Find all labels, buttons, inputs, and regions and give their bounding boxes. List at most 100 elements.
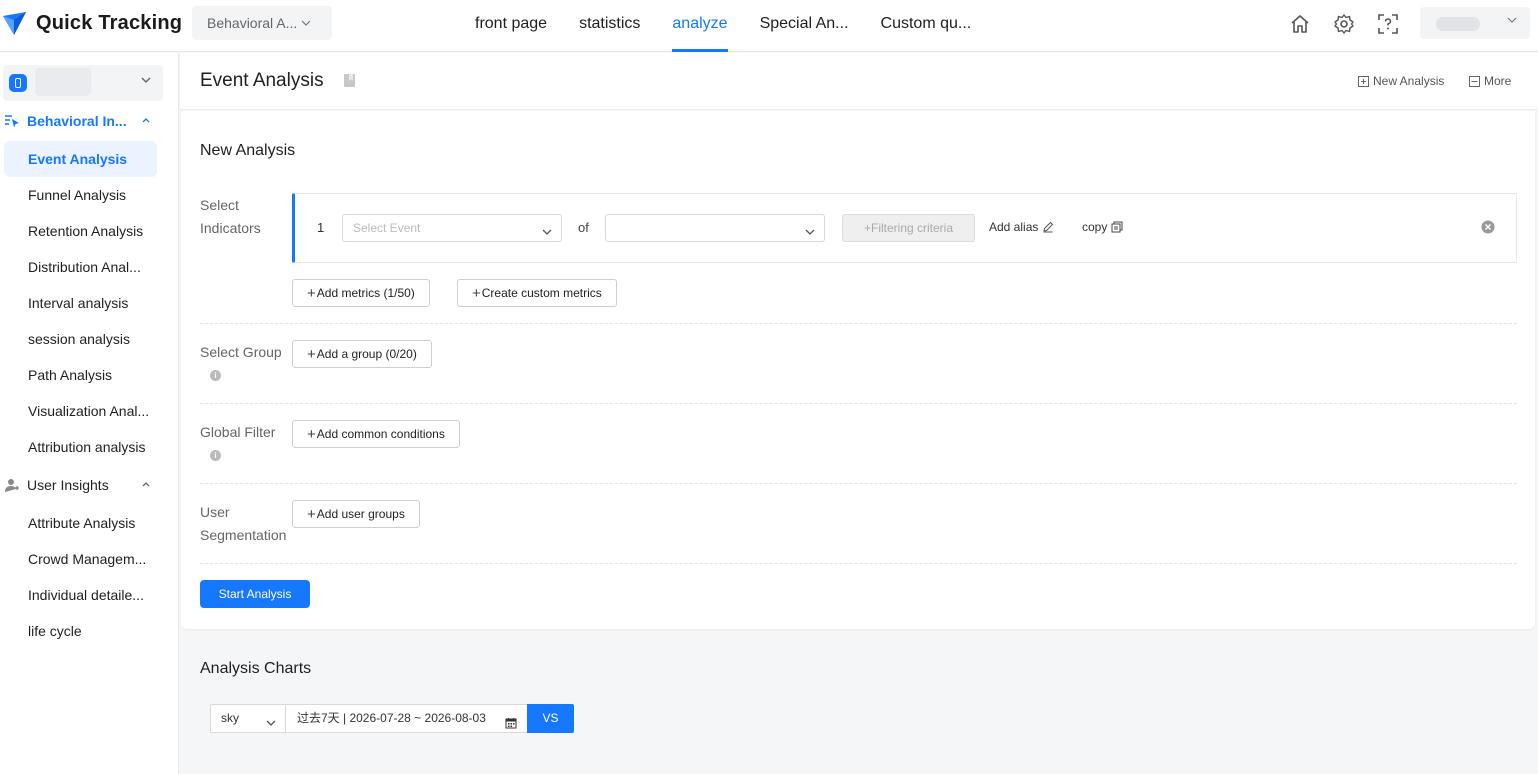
add-common-conditions-label: Add common conditions	[316, 427, 445, 441]
gear-icon[interactable]	[1332, 12, 1356, 36]
sidebar-item-visualization-analysis[interactable]: Visualization Anal...	[4, 393, 157, 429]
home-icon[interactable]	[1288, 12, 1312, 36]
add-alias-button[interactable]: Add alias	[989, 220, 1054, 234]
more-button[interactable]: More	[1469, 74, 1511, 88]
label-line: Segmentation	[200, 527, 287, 543]
user-menu[interactable]	[1420, 7, 1530, 39]
page-title: Event Analysis	[200, 70, 324, 91]
quick-tracking-logo-icon	[3, 12, 26, 35]
chevron-up-icon	[140, 477, 152, 493]
filtering-criteria-button[interactable]: +Filtering criteria	[842, 214, 975, 242]
close-icon[interactable]	[1481, 220, 1495, 237]
chevron-down-icon	[804, 221, 816, 247]
date-range-picker[interactable]: 过去7天 | 2026-07-28 ~ 2026-08-03	[285, 704, 528, 733]
event-select-placeholder: Select Event	[353, 221, 421, 235]
top-bar: Quick Tracking Behavioral A... front pag…	[0, 0, 1538, 52]
help-scan-icon[interactable]	[1376, 12, 1400, 36]
nav-front-page[interactable]: front page	[475, 0, 547, 52]
copy-icon	[1111, 221, 1123, 233]
add-alias-label: Add alias	[989, 220, 1039, 234]
add-common-conditions-button[interactable]: +Add common conditions	[292, 420, 460, 448]
sidebar-item-distribution-analysis[interactable]: Distribution Anal...	[4, 249, 157, 285]
sidebar-item-attribute-analysis[interactable]: Attribute Analysis	[4, 505, 157, 541]
plus-icon: +	[307, 506, 316, 523]
date-range-value: 过去7天 | 2026-07-28 ~ 2026-08-03	[297, 711, 486, 725]
of-label: of	[578, 220, 589, 235]
add-group-label: Add a group (0/20)	[316, 347, 417, 361]
sidebar-item-crowd-management[interactable]: Crowd Managem...	[4, 541, 157, 577]
global-filter-label: Global Filter	[200, 424, 276, 440]
add-metrics-button[interactable]: +Add metrics (1/50)	[292, 279, 430, 307]
sidebar-item-retention-analysis[interactable]: Retention Analysis	[4, 213, 157, 249]
create-custom-metrics-button[interactable]: +Create custom metrics	[457, 279, 617, 307]
new-analysis-button[interactable]: New Analysis	[1358, 74, 1444, 88]
create-custom-metrics-label: Create custom metrics	[481, 286, 602, 300]
avatar	[1436, 17, 1480, 31]
sidebar-group-behavioral[interactable]: Behavioral In...	[0, 107, 179, 135]
compare-select-value: sky	[221, 711, 239, 725]
chevron-down-icon	[1506, 13, 1518, 29]
more-label: More	[1484, 74, 1512, 88]
divider	[200, 323, 1517, 324]
main-nav: front page statistics analyze Special An…	[475, 0, 1003, 52]
user-segmentation-label: User Segmentation	[200, 501, 286, 547]
attribute-select[interactable]	[605, 214, 825, 242]
sidebar-group-user-insights[interactable]: User Insights	[0, 471, 179, 499]
sidebar-item-event-analysis[interactable]: Event Analysis	[4, 141, 157, 177]
divider	[200, 483, 1517, 484]
page-header: Event Analysis New Analysis More	[180, 53, 1538, 110]
divider	[200, 403, 1517, 404]
project-selector[interactable]: Behavioral A...	[192, 6, 332, 40]
label-line: Indicators	[200, 220, 261, 236]
top-icons	[1288, 12, 1420, 36]
sidebar-group-label: Behavioral In...	[27, 113, 127, 129]
project-selector-value: Behavioral A...	[207, 15, 298, 31]
new-analysis-card: New Analysis Select Indicators 1 Select …	[181, 111, 1535, 629]
copy-button[interactable]: copy	[1082, 220, 1123, 234]
sidebar-item-attribution-analysis[interactable]: Attribution analysis	[4, 429, 157, 465]
vs-compare-button[interactable]: VS	[527, 704, 574, 733]
sidebar-item-interval-analysis[interactable]: Interval analysis	[4, 285, 157, 321]
chevron-up-icon	[140, 113, 152, 129]
select-indicators-label: Select Indicators	[200, 194, 261, 240]
add-user-groups-button[interactable]: +Add user groups	[292, 500, 420, 528]
more-icon	[1469, 75, 1480, 87]
chevron-down-icon	[139, 73, 153, 90]
plus-icon: +	[472, 285, 481, 302]
add-user-groups-label: Add user groups	[316, 507, 405, 521]
info-icon[interactable]: i	[210, 450, 221, 461]
pencil-icon	[1043, 221, 1054, 233]
sidebar-item-session-analysis[interactable]: session analysis	[4, 321, 157, 357]
analysis-charts-title: Analysis Charts	[200, 660, 312, 677]
plus-icon: +	[307, 346, 316, 363]
add-group-button[interactable]: +Add a group (0/20)	[292, 340, 432, 368]
form-title: New Analysis	[200, 142, 296, 159]
sidebar-group-label: User Insights	[27, 477, 109, 493]
mobile-app-icon	[9, 74, 27, 92]
app-logo[interactable]: Quick Tracking	[0, 8, 182, 38]
nav-custom-query[interactable]: Custom qu...	[881, 0, 972, 52]
plus-icon: +	[307, 285, 316, 302]
sidebar-item-individual-details[interactable]: Individual detaile...	[4, 577, 157, 613]
label-line: User	[200, 504, 230, 520]
label-line: Select	[200, 197, 239, 213]
sidebar-item-funnel-analysis[interactable]: Funnel Analysis	[4, 177, 157, 213]
sidebar: Behavioral In... Event Analysis Funnel A…	[0, 53, 179, 774]
metric-index: 1	[317, 220, 325, 235]
info-icon[interactable]: i	[210, 370, 221, 381]
nav-special-analysis[interactable]: Special An...	[760, 0, 849, 52]
app-selector[interactable]	[3, 65, 163, 101]
behavior-cursor-icon	[4, 113, 20, 132]
metric-row: 1 Select Event of +Filtering criteria Ad…	[292, 193, 1517, 263]
plus-icon: +	[307, 426, 316, 443]
compare-select[interactable]: sky	[210, 704, 286, 733]
app-name-redacted	[35, 68, 91, 96]
sidebar-item-life-cycle[interactable]: life cycle	[4, 613, 157, 649]
app-name: Quick Tracking	[36, 11, 183, 34]
sidebar-item-path-analysis[interactable]: Path Analysis	[4, 357, 157, 393]
nav-statistics[interactable]: statistics	[579, 0, 640, 52]
start-analysis-button[interactable]: Start Analysis	[200, 580, 310, 608]
nav-analyze[interactable]: analyze	[672, 0, 728, 52]
bookmark-icon[interactable]	[343, 73, 356, 91]
event-select[interactable]: Select Event	[342, 214, 562, 242]
